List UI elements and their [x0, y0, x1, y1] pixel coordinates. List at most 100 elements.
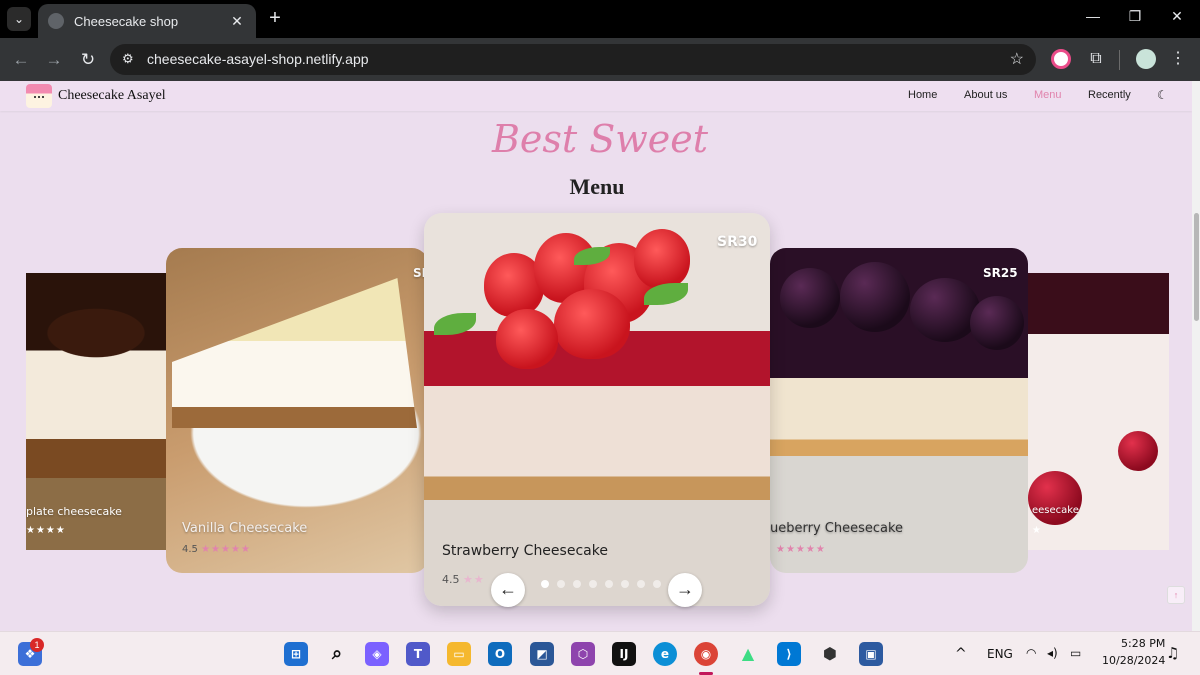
volume-icon[interactable]: ◂) [1047, 646, 1058, 660]
bell-icon[interactable]: ♫ [1166, 644, 1179, 662]
carousel-dot[interactable] [557, 580, 565, 588]
strawberry-shape [634, 229, 690, 289]
back-to-top-button[interactable]: ↑ [1167, 586, 1185, 604]
carousel-dot[interactable] [541, 580, 549, 588]
search-icon[interactable]: ⌕ [325, 642, 349, 666]
nav-menu[interactable]: Menu [1034, 89, 1062, 101]
rating-value: 4.5 [442, 573, 460, 586]
chevron-up-icon[interactable]: ^ [955, 646, 967, 662]
browser-tab[interactable]: Cheesecake shop ✕ [38, 4, 256, 38]
unity-icon[interactable]: ⬢ [818, 642, 842, 666]
close-tab-icon[interactable]: ✕ [228, 13, 246, 30]
web-page: Cheesecake Asayel Home About us Menu Rec… [0, 81, 1200, 631]
browser-toolbar: ← → ↻ ⚙ cheesecake-asayel-shop.netlify.a… [0, 38, 1200, 81]
carousel-dot[interactable] [589, 580, 597, 588]
extensions-puzzle-icon[interactable]: ⧉ [1086, 49, 1106, 69]
menu-card-strawberry[interactable]: SR30 Strawberry Cheesecake 4.5 ★★ [424, 213, 770, 606]
globe-icon [48, 13, 64, 29]
windows-taskbar: ❖ 1 ⊞ ⌕ ◈ T ▭ O ◩ ⬡ IJ e ◉ ▲ ⟩ ⬢ ▣ ^ ENG… [0, 631, 1200, 675]
star-rating-icon: ★★★★ [26, 525, 66, 536]
vscode-icon[interactable]: ⟩ [777, 642, 801, 666]
extension-block-icon[interactable] [1051, 49, 1071, 69]
carousel-dot[interactable] [653, 580, 661, 588]
nav-about-us[interactable]: About us [964, 89, 1007, 101]
intellij-icon[interactable]: IJ [612, 642, 636, 666]
back-arrow-icon[interactable]: ← [9, 48, 33, 72]
hero-subtitle: Best Sweet [491, 117, 709, 161]
star-rating-icon: ★ [1032, 525, 1042, 536]
star-rating-icon: ★★★★★ [776, 544, 826, 555]
blueberry-shape [970, 296, 1024, 350]
wifi-icon[interactable]: ◠ [1026, 646, 1036, 660]
blueberry-shape [840, 262, 910, 332]
android-studio-icon[interactable]: ▲ [736, 642, 760, 666]
card-rating: ★★★★ [26, 525, 66, 536]
carousel-dot[interactable] [605, 580, 613, 588]
nav-home[interactable]: Home [908, 89, 937, 101]
maximize-icon[interactable]: ❐ [1124, 8, 1146, 25]
site-navbar: Cheesecake Asayel Home About us Menu Rec… [0, 81, 1192, 111]
close-window-icon[interactable]: ✕ [1166, 8, 1188, 25]
tab-search-icon[interactable]: ⌄ [7, 7, 31, 31]
carousel-prev-button[interactable]: ← [491, 573, 525, 607]
browser-tabstrip: ⌄ Cheesecake shop ✕ + — ❐ ✕ [0, 0, 1200, 38]
url-text: cheesecake-asayel-shop.netlify.app [147, 51, 369, 67]
card-name: plate cheesecake [26, 505, 122, 518]
forward-arrow-icon[interactable]: → [42, 48, 66, 72]
moon-icon[interactable]: ☾ [1157, 88, 1168, 102]
card-rating: ★★★★★ [776, 544, 826, 555]
card-price: SR30 [717, 234, 758, 250]
address-bar[interactable]: ⚙ cheesecake-asayel-shop.netlify.app ☆ [110, 44, 1036, 75]
site-info-icon[interactable]: ⚙ [122, 51, 134, 67]
virtualbox-icon[interactable]: ▣ [859, 642, 883, 666]
copilot-icon[interactable]: ◈ [365, 642, 389, 666]
menu-card-cherry[interactable]: eesecake ★ [1028, 273, 1169, 550]
clock-date[interactable]: 10/28/2024 [1102, 654, 1165, 667]
language-indicator[interactable]: ENG [987, 647, 1013, 661]
brand-name[interactable]: Cheesecake Asayel [58, 88, 166, 104]
blueberry-shape [780, 268, 840, 328]
card-price: SR25 [983, 266, 1018, 280]
card-name: ueberry Cheesecake [770, 521, 904, 536]
more-menu-icon[interactable]: ⋮ [1170, 48, 1186, 68]
carousel-dot[interactable] [621, 580, 629, 588]
outlook-icon[interactable]: O [488, 642, 512, 666]
star-rating-icon: ★★ [463, 573, 485, 586]
clock-time[interactable]: 5:28 PM [1121, 637, 1165, 650]
hero-title: Menu [569, 174, 625, 199]
strawberry-shape [496, 309, 558, 369]
app-icon[interactable]: ◩ [530, 642, 554, 666]
new-tab-button[interactable]: + [264, 8, 286, 30]
card-rating: ★ [1032, 525, 1042, 536]
nav-recently[interactable]: Recently [1088, 89, 1131, 101]
strawberry-shape [554, 289, 630, 359]
edge-icon[interactable]: e [653, 642, 677, 666]
chrome-icon[interactable]: ◉ [694, 642, 718, 666]
file-explorer-icon[interactable]: ▭ [447, 642, 471, 666]
menu-card-chocolate[interactable]: plate cheesecake ★★★★ [26, 273, 176, 550]
card-rating: 4.5 ★★★★★ [182, 544, 251, 555]
hexagon-app-icon[interactable]: ⬡ [571, 642, 595, 666]
scrollbar-thumb[interactable] [1194, 213, 1199, 321]
menu-card-vanilla[interactable]: SR Vanilla Cheesecake 4.5 ★★★★★ [166, 248, 428, 573]
toolbar-divider [1119, 50, 1120, 70]
carousel-pagination [541, 580, 661, 588]
card-name: Vanilla Cheesecake [182, 521, 308, 536]
page-scrollbar[interactable] [1192, 81, 1200, 631]
teams-icon[interactable]: T [406, 642, 430, 666]
reload-icon[interactable]: ↻ [76, 48, 100, 72]
minimize-icon[interactable]: — [1082, 8, 1104, 24]
windows-start-icon[interactable]: ⊞ [284, 642, 308, 666]
card-rating: 4.5 ★★ [442, 573, 485, 586]
bookmark-star-icon[interactable]: ☆ [1010, 49, 1024, 69]
blueberry-shape [910, 278, 980, 342]
battery-icon[interactable]: ▭ [1070, 646, 1081, 660]
cherry-shape [1118, 431, 1158, 471]
cheesecake-logo-icon[interactable] [26, 84, 52, 108]
carousel-dot[interactable] [637, 580, 645, 588]
rating-value: 4.5 [182, 544, 198, 555]
carousel-dot[interactable] [573, 580, 581, 588]
profile-avatar[interactable] [1136, 49, 1156, 69]
menu-card-blueberry[interactable]: SR25 ueberry Cheesecake ★★★★★ [770, 248, 1028, 573]
carousel-next-button[interactable]: → [668, 573, 702, 607]
